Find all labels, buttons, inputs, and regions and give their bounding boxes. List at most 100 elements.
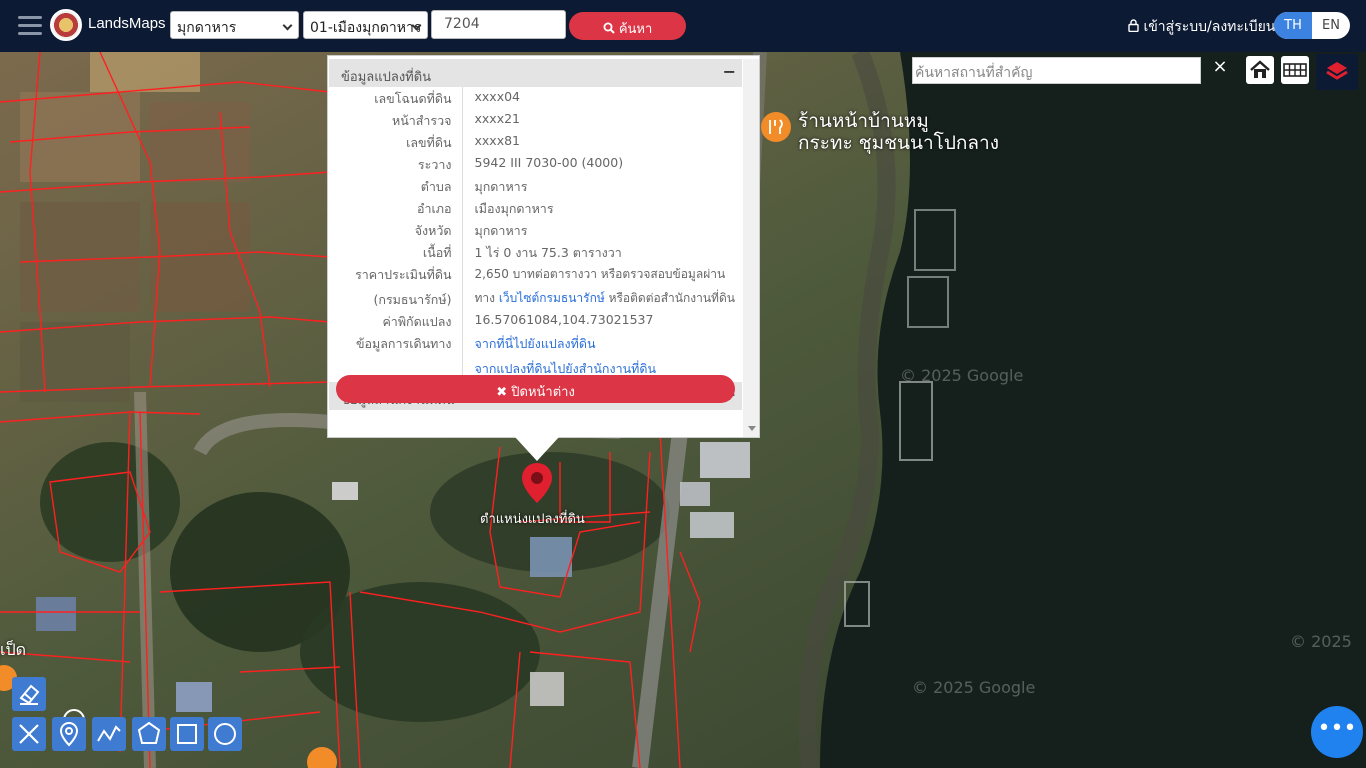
map-pin-icon — [59, 721, 79, 747]
home-icon — [1250, 60, 1270, 78]
lang-th-button[interactable]: TH — [1274, 12, 1312, 39]
row-value: 2,650 บาทต่อตารางวา หรือตรวจสอบข้อมูลผ่า… — [462, 263, 742, 310]
table-row: เลขโฉนดที่ดิน xxxx04 — [329, 87, 742, 109]
price-value-line-1: 2,650 บาทต่อตารางวา หรือตรวจสอบข้อมูลผ่า… — [474, 267, 726, 281]
route-to-parcel-link[interactable]: จากที่นี่ไปยังแปลงที่ดิน — [475, 334, 743, 354]
more-options-button[interactable]: ••• — [1311, 706, 1363, 758]
place-search-input[interactable]: ค้นหาสถานที่สำคัญ — [912, 57, 1201, 84]
row-value: เมืองมุกดาหาร — [474, 201, 554, 216]
chevron-down-icon — [282, 20, 293, 31]
price-text: หรือติดต่อสำนักงานที่ดิน — [604, 291, 735, 305]
grid-button[interactable] — [1281, 56, 1309, 84]
polygon-icon — [137, 721, 161, 744]
coordinates-link[interactable]: 16.57061084,104.73021537 — [462, 310, 742, 332]
parcel-marker-label: ตำแหน่งแปลงที่ดิน — [480, 512, 585, 527]
province-select-value: มุกดาหาร — [177, 20, 237, 36]
layers-icon — [1326, 62, 1348, 80]
treasury-website-link[interactable]: เว็บไซต์กรมธนารักษ์ — [499, 291, 605, 305]
row-value: 5942 III 7030-00 (4000) — [474, 155, 624, 170]
polyline-icon — [97, 725, 121, 742]
row-value: จากที่นี่ไปยังแปลงที่ดิน จากแปลงที่ดินไป… — [462, 332, 742, 379]
row-key: ข้อมูลการเดินทาง — [329, 332, 463, 379]
rectangle-icon — [177, 724, 197, 744]
province-select[interactable]: มุกดาหาร — [170, 11, 299, 39]
parcel-location-pin-icon[interactable] — [521, 462, 553, 504]
district-select-value: 01-เมืองมุกดาหาร — [310, 20, 422, 36]
poi-label-line-1: ร้านหน้าบ้านหมู — [798, 110, 929, 132]
poi-label-left-edge: ูเป็ด — [0, 640, 27, 659]
row-key: ระวาง — [329, 153, 463, 175]
close-popup-button[interactable]: ✖ ปิดหน้าต่าง — [336, 375, 735, 403]
close-icon: ✖ — [496, 385, 508, 400]
parcel-number-input[interactable]: 7204 — [431, 10, 566, 39]
parcel-info-table: เลขโฉนดที่ดิน xxxx04 หน้าสำรวจ xxxx21 เลขท… — [329, 87, 742, 379]
table-row: เนื้อที่ 1 ไร่ 0 งาน 75.3 ตารางวา — [329, 241, 742, 263]
clear-search-button[interactable]: × — [1208, 56, 1232, 84]
row-key: อำเภอ — [329, 197, 463, 219]
imagery-attribution: © 2025 Google — [900, 366, 1024, 385]
row-key: ตำบล — [329, 175, 463, 197]
menu-icon[interactable] — [18, 16, 42, 36]
eraser-tool-button[interactable] — [12, 677, 46, 711]
marker-tool-button[interactable] — [52, 717, 86, 751]
circle-icon — [214, 723, 236, 745]
login-link[interactable]: เข้าสู่ระบบ/ลงทะเบียน — [1128, 16, 1275, 38]
lock-icon — [1128, 19, 1139, 33]
row-key: ค่าพิกัดแปลง — [329, 310, 463, 332]
table-row: ค่าพิกัดแปลง 16.57061084,104.73021537 — [329, 310, 742, 332]
close-popup-label: ปิดหน้าต่าง — [511, 385, 575, 400]
popup-scrollbar[interactable] — [743, 59, 759, 437]
rectangle-tool-button[interactable] — [170, 717, 204, 751]
parcel-info-popup: ข้อมูลแปลงที่ดิน − เลขโฉนดที่ดิน xxxx04 ห… — [327, 55, 760, 438]
price-key-line-1: ราคาประเมินที่ดิน — [355, 267, 452, 282]
top-bar: LandsMaps มุกดาหาร 01-เมืองมุกดาหาร 7204… — [0, 0, 1366, 52]
search-button-label: ค้นหา — [618, 22, 653, 37]
row-value: xxxx21 — [474, 111, 521, 126]
login-label: เข้าสู่ระบบ/ลงทะเบียน — [1143, 19, 1276, 35]
table-row: เลขที่ดิน xxxx81 — [329, 131, 742, 153]
circle-tool-button[interactable] — [208, 717, 242, 751]
language-toggle: TH EN — [1274, 12, 1350, 39]
row-value: 1 ไร่ 0 งาน 75.3 ตารางวา — [474, 245, 622, 260]
row-key: เลขที่ดิน — [329, 131, 463, 153]
poi-label-shop: ร้านหน้าบ้านหมู กระทะ ชุมชนนาโปกลาง — [798, 110, 999, 154]
ruler-pencil-icon — [19, 724, 39, 744]
imagery-attribution: © 2025 Google — [912, 678, 1036, 697]
popup-pointer — [515, 437, 559, 461]
brand-name: LandsMaps — [88, 15, 166, 32]
search-button[interactable]: ค้นหา — [569, 12, 686, 40]
row-value: xxxx81 — [474, 133, 521, 148]
poi-label-line-2: กระทะ ชุมชนนาโปกลาง — [798, 132, 1000, 154]
home-button[interactable] — [1246, 56, 1274, 84]
row-value: มุกดาหาร — [474, 179, 528, 194]
parcel-info-section-title: ข้อมูลแปลงที่ดิน — [341, 70, 432, 85]
collapse-icon[interactable]: − — [723, 62, 736, 81]
search-icon — [603, 22, 615, 34]
lang-en-button[interactable]: EN — [1312, 12, 1350, 39]
row-key: จังหวัด — [329, 219, 463, 241]
scroll-down-icon[interactable] — [748, 426, 756, 431]
table-row: จังหวัด มุกดาหาร — [329, 219, 742, 241]
table-row: หน้าสำรวจ xxxx21 — [329, 109, 742, 131]
table-row: ข้อมูลการเดินทาง จากที่นี่ไปยังแปลงที่ดิ… — [329, 332, 742, 379]
grid-icon — [1283, 63, 1307, 77]
measure-tool-button[interactable] — [12, 717, 46, 751]
parcel-info-section-header[interactable]: ข้อมูลแปลงที่ดิน − — [329, 59, 742, 87]
polygon-tool-button[interactable] — [132, 717, 166, 751]
price-text: ทาง — [474, 291, 499, 305]
table-row: อำเภอ เมืองมุกดาหาร — [329, 197, 742, 219]
row-value: xxxx04 — [474, 89, 521, 104]
table-row: ตำบล มุกดาหาร — [329, 175, 742, 197]
district-select[interactable]: 01-เมืองมุกดาหาร — [303, 11, 428, 39]
table-row: ราคาประเมินที่ดิน (กรมธนารักษ์) 2,650 บา… — [329, 263, 742, 310]
price-key-line-2: (กรมธนารักษ์) — [373, 292, 452, 307]
price-value-line-2: ทาง เว็บไซต์กรมธนารักษ์ หรือติดต่อสำนักง… — [475, 289, 743, 308]
table-row: ระวาง 5942 III 7030-00 (4000) — [329, 153, 742, 175]
polyline-tool-button[interactable] — [92, 717, 126, 751]
imagery-attribution: © 2025 — [1290, 632, 1352, 651]
row-key: เนื้อที่ — [329, 241, 463, 263]
row-key: ราคาประเมินที่ดิน (กรมธนารักษ์) — [329, 263, 463, 310]
eraser-icon — [19, 684, 40, 705]
layers-button[interactable] — [1316, 54, 1358, 90]
row-key: หน้าสำรวจ — [329, 109, 463, 131]
